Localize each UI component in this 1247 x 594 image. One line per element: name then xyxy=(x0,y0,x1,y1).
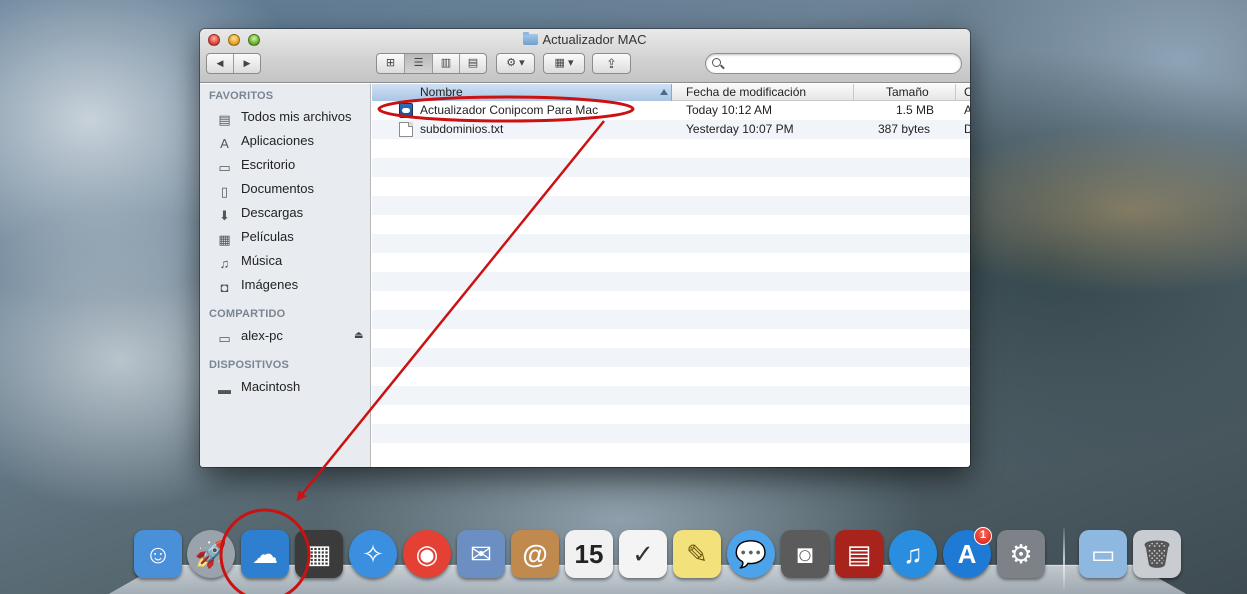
file-list: Nombre Fecha de modificación Tamaño C Ac… xyxy=(372,84,970,467)
arrange-menu-button[interactable]: ▦ ▾ xyxy=(543,53,585,74)
sidebar-item-label: Documentos xyxy=(241,181,314,196)
chrome-icon[interactable]: ◉ xyxy=(403,530,451,578)
title-bar[interactable]: Actualizador MAC ◀ ▶ ⊞ ☰ ▥ ▤ ⚙ ▾ ▦ ▾ ⇪ xyxy=(200,29,970,83)
file-name: Actualizador Conipcom Para Mac xyxy=(420,103,599,117)
file-row-actualizador[interactable]: Actualizador Conipcom Para Mac Today 10:… xyxy=(372,101,970,120)
sidebar-item-desktop[interactable]: ▭ Escritorio xyxy=(216,155,366,175)
safari-icon[interactable]: ✧ xyxy=(349,530,397,578)
view-mode-control: ⊞ ☰ ▥ ▤ xyxy=(376,53,487,74)
sidebar-header-devices: DISPOSITIVOS xyxy=(209,359,290,371)
hard-drive-icon: ▬ xyxy=(218,382,231,397)
app-icon xyxy=(399,103,413,118)
desktop-icon: ▭ xyxy=(218,160,231,175)
finder-icon[interactable]: ☺ xyxy=(134,530,182,578)
photo-viewer-icon[interactable]: ▤ xyxy=(835,530,883,578)
sidebar-header-favorites: FAVORITOS xyxy=(209,90,274,102)
sidebar-item-label: Escritorio xyxy=(241,157,296,172)
sidebar: FAVORITOS ▤ Todos mis archivos A Aplicacio… xyxy=(200,84,371,467)
column-header-size[interactable]: Tamaño xyxy=(886,85,929,99)
documents-icon: ▯ xyxy=(220,184,229,199)
app-store-badge: 1 xyxy=(974,527,992,545)
icon-view-button[interactable]: ⊞ xyxy=(377,54,404,73)
calendar-icon[interactable]: 15 xyxy=(565,530,613,578)
notes-icon[interactable]: ✎ xyxy=(673,530,721,578)
text-file-icon xyxy=(399,122,413,137)
sidebar-item-label: Aplicaciones xyxy=(241,133,314,148)
sort-ascending-icon xyxy=(660,89,668,95)
list-view-button[interactable]: ☰ xyxy=(404,54,432,73)
trash-icon[interactable]: 🗑 xyxy=(1133,530,1181,578)
sidebar-item-label: Macintosh xyxy=(241,379,301,394)
sidebar-item-music[interactable]: ♫ Música xyxy=(216,251,366,271)
column-header-modified[interactable]: Fecha de modificación xyxy=(686,85,806,99)
reminders-icon[interactable]: ✓ xyxy=(619,530,667,578)
sidebar-item-downloads[interactable]: ⬇ Descargas xyxy=(216,203,366,223)
action-menu-button[interactable]: ⚙ ▾ xyxy=(496,53,535,74)
file-rows: Actualizador Conipcom Para Mac Today 10:… xyxy=(372,101,970,461)
music-icon: ♫ xyxy=(219,256,230,271)
mail-icon[interactable]: ✉ xyxy=(457,530,505,578)
pictures-icon: ◘ xyxy=(220,280,229,295)
column-header-row: Nombre Fecha de modificación Tamaño C xyxy=(372,84,970,101)
dock-divider xyxy=(1063,528,1065,590)
window-title: Actualizador MAC xyxy=(200,32,970,47)
sidebar-item-label: Música xyxy=(241,253,283,268)
file-modified: Yesterday 10:07 PM xyxy=(686,122,794,136)
sidebar-item-label: Todos mis archivos xyxy=(241,109,352,124)
sidebar-item-documents[interactable]: ▯ Documentos xyxy=(216,179,366,199)
all-files-icon: ▤ xyxy=(218,112,231,127)
eject-icon[interactable]: ⏏ xyxy=(354,330,363,341)
facetime-icon[interactable]: ◙ xyxy=(781,530,829,578)
applications-folder-icon[interactable]: ▭ xyxy=(1079,530,1127,578)
downloads-icon: ⬇ xyxy=(219,208,230,223)
file-size: 1.5 MB xyxy=(896,103,935,117)
launchpad-icon[interactable]: 🚀 xyxy=(187,530,235,578)
finder-window: Actualizador MAC ◀ ▶ ⊞ ☰ ▥ ▤ ⚙ ▾ ▦ ▾ ⇪ FAVOR… xyxy=(200,29,970,467)
computer-icon: ▭ xyxy=(218,331,231,346)
file-kind: A xyxy=(964,103,970,117)
share-button[interactable]: ⇪ xyxy=(592,53,631,74)
sidebar-item-macintosh[interactable]: ▬ Macintosh xyxy=(216,377,366,397)
system-preferences-icon[interactable]: ⚙ xyxy=(997,530,1045,578)
folder-icon xyxy=(523,32,539,45)
column-header-kind[interactable]: C xyxy=(964,85,970,99)
sidebar-item-applications[interactable]: A Aplicaciones xyxy=(216,131,366,151)
movies-icon: ▦ xyxy=(218,232,231,247)
itunes-icon[interactable]: ♫ xyxy=(889,530,937,578)
forward-button[interactable]: ▶ xyxy=(233,54,260,73)
column-view-button[interactable]: ▥ xyxy=(432,54,459,73)
search-icon xyxy=(712,58,721,67)
messages-icon[interactable]: 💬 xyxy=(727,530,775,578)
window-title-text: Actualizador MAC xyxy=(542,32,647,47)
sidebar-item-all-files[interactable]: ▤ Todos mis archivos xyxy=(216,107,366,127)
sidebar-item-alex-pc[interactable]: ▭ alex-pc xyxy=(216,326,366,346)
sidebar-item-label: Películas xyxy=(241,229,294,244)
sidebar-item-pictures[interactable]: ◘ Imágenes xyxy=(216,275,366,295)
sidebar-item-movies[interactable]: ▦ Películas xyxy=(216,227,366,247)
back-forward-buttons: ◀ ▶ xyxy=(206,53,261,74)
photo-booth-icon[interactable]: ▦ xyxy=(295,530,343,578)
cloud-app-icon[interactable]: ☁ xyxy=(241,530,289,578)
address-book-icon[interactable]: @ xyxy=(511,530,559,578)
sidebar-item-label: Descargas xyxy=(241,205,304,220)
sidebar-header-shared: COMPARTIDO xyxy=(209,308,286,320)
file-row-subdominios[interactable]: subdominios.txt Yesterday 10:07 PM 387 b… xyxy=(372,120,970,139)
sidebar-item-label: Imágenes xyxy=(241,277,299,292)
column-header-name[interactable] xyxy=(372,84,672,101)
column-header-name-label: Nombre xyxy=(420,85,463,99)
file-name: subdominios.txt xyxy=(420,122,504,136)
file-size: 387 bytes xyxy=(878,122,931,136)
cover-flow-view-button[interactable]: ▤ xyxy=(459,54,486,73)
file-modified: Today 10:12 AM xyxy=(686,103,773,117)
search-field[interactable] xyxy=(705,53,962,74)
file-kind: D xyxy=(964,122,970,136)
back-button[interactable]: ◀ xyxy=(207,54,233,73)
applications-icon: A xyxy=(220,136,229,151)
sidebar-item-label: alex-pc xyxy=(241,328,283,343)
